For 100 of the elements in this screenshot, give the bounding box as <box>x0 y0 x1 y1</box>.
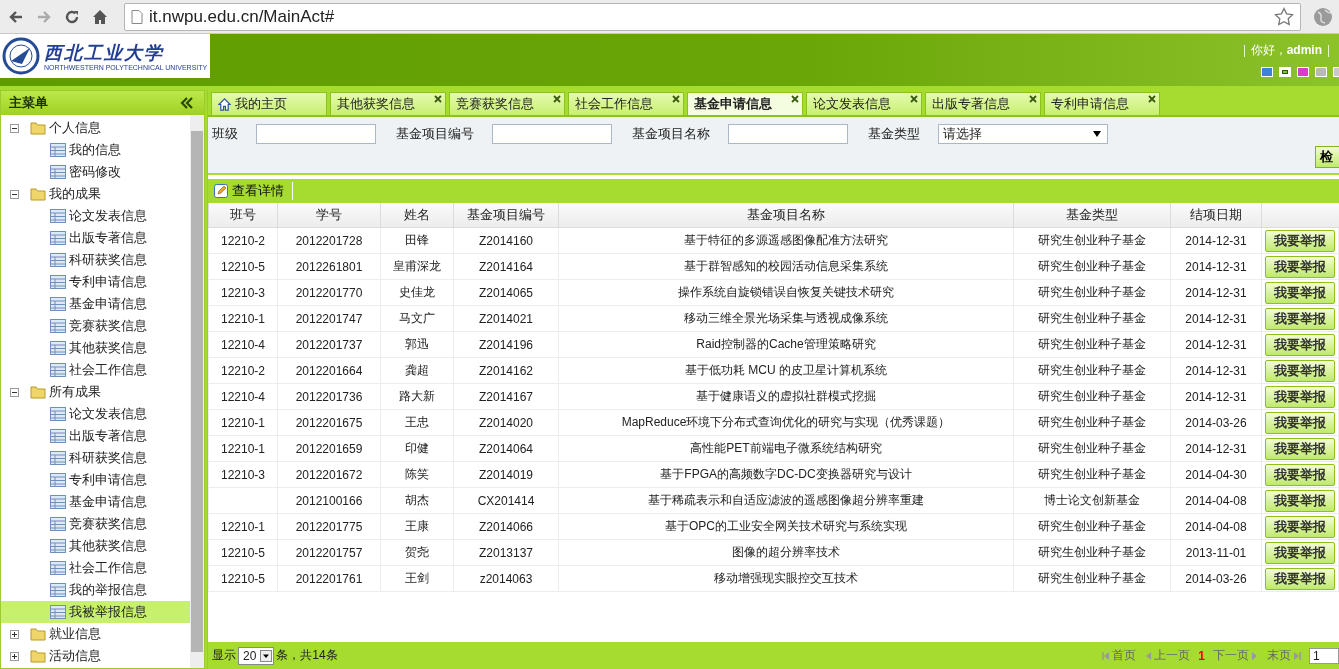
page-size-select[interactable]: 20 <box>238 646 275 665</box>
page-nav-link[interactable]: 上一页 <box>1144 647 1191 664</box>
collapse-icon[interactable] <box>10 123 19 133</box>
tree-item[interactable]: 竞赛获奖信息 <box>50 513 151 535</box>
column-header[interactable]: 姓名 <box>380 203 454 228</box>
back-icon[interactable] <box>8 8 24 25</box>
tab[interactable]: 出版专著信息 <box>925 92 1041 115</box>
tree-folder[interactable]: 我的成果 <box>30 183 105 205</box>
tree-item[interactable]: 社会工作信息 <box>50 359 151 381</box>
tree-item[interactable]: 密码修改 <box>50 161 125 183</box>
input-field[interactable] <box>492 124 612 144</box>
report-button[interactable]: 我要举报 <box>1265 489 1335 512</box>
reload-icon[interactable] <box>64 8 80 25</box>
report-button[interactable]: 我要举报 <box>1265 411 1335 434</box>
close-icon[interactable] <box>1029 95 1037 103</box>
tree-item[interactable]: 出版专著信息 <box>50 227 151 249</box>
collapse-icon[interactable] <box>10 189 19 199</box>
tree-item[interactable]: 专利申请信息 <box>50 271 151 293</box>
table-icon <box>50 231 66 245</box>
theme-swatch[interactable] <box>1297 67 1309 77</box>
report-button[interactable]: 我要举报 <box>1265 463 1335 486</box>
page-input[interactable]: 1 <box>1309 647 1339 664</box>
input-field[interactable] <box>728 124 848 144</box>
page-nav-link[interactable]: 末页 <box>1267 647 1301 664</box>
table-cell: 12210-5 <box>220 545 265 560</box>
tree-item[interactable]: 其他获奖信息 <box>50 337 151 359</box>
tab[interactable]: 基金申请信息 <box>687 92 803 115</box>
column-header[interactable]: 学号 <box>277 203 381 228</box>
column-header[interactable]: 结项日期 <box>1170 203 1262 228</box>
theme-swatch[interactable] <box>1261 67 1273 77</box>
scrollbar[interactable] <box>190 115 204 668</box>
report-button[interactable]: 我要举报 <box>1265 567 1335 590</box>
tree-item[interactable]: 我的举报信息 <box>50 579 151 601</box>
report-button[interactable]: 我要举报 <box>1265 333 1335 356</box>
tab[interactable]: 其他获奖信息 <box>330 92 446 115</box>
report-button[interactable]: 我要举报 <box>1265 541 1335 564</box>
theme-swatch[interactable] <box>1315 67 1327 77</box>
column-header[interactable]: 基金项目编号 <box>453 203 559 228</box>
report-button[interactable]: 我要举报 <box>1265 359 1335 382</box>
close-icon[interactable] <box>553 95 561 103</box>
expand-icon[interactable] <box>10 651 19 661</box>
tree-item[interactable]: 基金申请信息 <box>50 293 151 315</box>
logo-title: 西北工业大学 <box>44 41 165 64</box>
table-cell: 研究生创业种子基金 <box>1038 519 1146 533</box>
table-icon <box>50 143 66 157</box>
report-button[interactable]: 我要举报 <box>1265 437 1335 460</box>
tree-item[interactable]: 我的信息 <box>50 139 125 161</box>
report-button[interactable]: 我要举报 <box>1265 307 1335 330</box>
select-field[interactable]: 请选择 <box>938 124 1108 144</box>
tree-item[interactable]: 基金申请信息 <box>50 491 151 513</box>
tree-item[interactable]: 竞赛获奖信息 <box>50 315 151 337</box>
report-button[interactable]: 我要举报 <box>1265 281 1335 304</box>
collapse-icon[interactable] <box>10 387 19 397</box>
table-icon <box>50 605 66 619</box>
table-cell: 博士论文创新基金 <box>1044 493 1140 507</box>
star-icon[interactable] <box>1274 6 1294 27</box>
tree-item[interactable]: 出版专著信息 <box>50 425 151 447</box>
column-header[interactable]: 基金类型 <box>1013 203 1171 228</box>
tree-folder[interactable]: 个人信息 <box>30 117 105 139</box>
column-header[interactable]: 班号 <box>208 203 278 228</box>
table-cell: 12210-3 <box>220 285 265 300</box>
tree-item[interactable]: 科研获奖信息 <box>50 447 151 469</box>
tree-item[interactable]: 专利申请信息 <box>50 469 151 491</box>
page-nav-link[interactable]: 下一页 <box>1213 647 1259 664</box>
report-button[interactable]: 我要举报 <box>1265 385 1335 408</box>
tab[interactable]: 专利申请信息 <box>1044 92 1160 115</box>
tree-item[interactable]: 我被举报信息 <box>1 601 190 623</box>
tab[interactable]: 论文发表信息 <box>806 92 922 115</box>
view-details-button[interactable]: 查看详情 <box>214 182 293 200</box>
collapse-sidebar-icon[interactable] <box>180 97 194 109</box>
tree-folder[interactable]: 就业信息 <box>30 623 105 645</box>
expand-icon[interactable] <box>10 629 19 639</box>
report-button[interactable]: 我要举报 <box>1265 255 1335 278</box>
close-icon[interactable] <box>791 95 799 103</box>
tree-item[interactable]: 社会工作信息 <box>50 557 151 579</box>
theme-swatch[interactable] <box>1279 67 1291 77</box>
table-cell: 2012201675 <box>295 415 363 430</box>
tree-item[interactable]: 科研获奖信息 <box>50 249 151 271</box>
table-cell: 2014-04-08 <box>1185 519 1247 534</box>
close-icon[interactable] <box>910 95 918 103</box>
tab[interactable]: 我的主页 <box>211 92 327 115</box>
home-icon[interactable] <box>92 8 108 25</box>
column-header[interactable]: 基金项目名称 <box>558 203 1014 228</box>
tab[interactable]: 社会工作信息 <box>568 92 684 115</box>
close-icon[interactable] <box>672 95 680 103</box>
tab[interactable]: 竞赛获奖信息 <box>449 92 565 115</box>
report-button[interactable]: 我要举报 <box>1265 515 1335 538</box>
tree-item[interactable]: 论文发表信息 <box>50 205 151 227</box>
table-cell: 高性能PET前端电子微系统结构研究 <box>690 441 882 455</box>
tree-folder[interactable]: 活动信息 <box>30 645 105 667</box>
address-bar[interactable]: it.nwpu.edu.cn/MainAct# <box>124 2 1301 31</box>
tree-folder[interactable]: 所有成果 <box>30 381 105 403</box>
report-button[interactable]: 我要举报 <box>1265 229 1335 252</box>
tree-item[interactable]: 论文发表信息 <box>50 403 151 425</box>
input-field[interactable] <box>256 124 376 144</box>
search-button[interactable]: 检 <box>1315 146 1339 168</box>
close-icon[interactable] <box>1148 95 1156 103</box>
tree-item[interactable]: 其他获奖信息 <box>50 535 151 557</box>
close-icon[interactable] <box>434 95 442 103</box>
page-nav-link[interactable]: 首页 <box>1102 647 1137 664</box>
